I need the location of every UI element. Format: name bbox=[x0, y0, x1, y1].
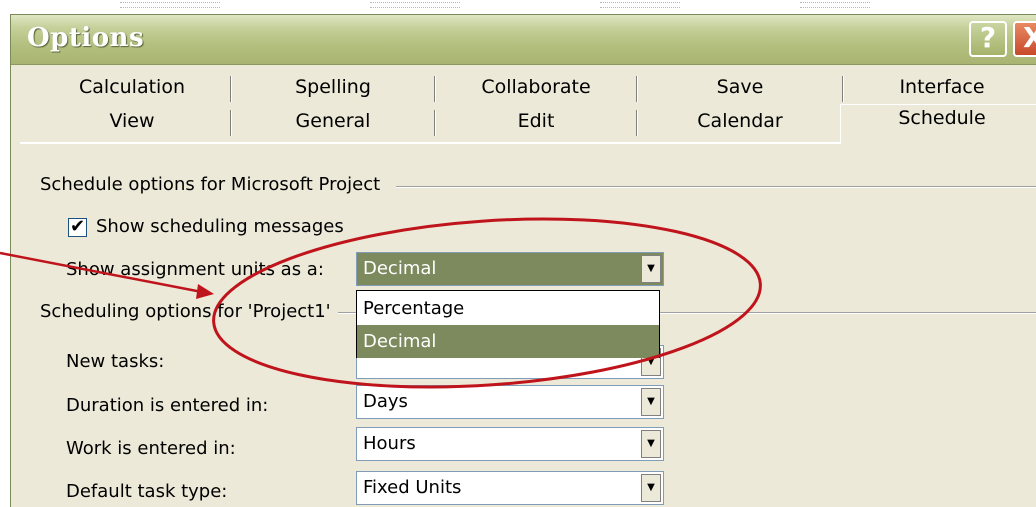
title-bar[interactable]: Options ? X bbox=[11, 15, 1036, 65]
group-title-scheduling-options: Scheduling options for 'Project1' bbox=[40, 301, 335, 322]
tab-row-top: Calculation Spelling Collaborate Save In… bbox=[34, 72, 1036, 106]
tab-view[interactable]: View bbox=[34, 106, 230, 140]
help-button[interactable]: ? bbox=[969, 21, 1007, 57]
close-button[interactable]: X bbox=[1013, 21, 1036, 57]
assignment-units-label: Show assignment units as a: bbox=[66, 259, 324, 280]
task-type-value: Fixed Units bbox=[363, 477, 462, 498]
tab-interface[interactable]: Interface bbox=[844, 72, 1036, 106]
option-percentage[interactable]: Percentage bbox=[357, 292, 659, 325]
background-strip bbox=[0, 0, 1036, 14]
chevron-down-icon[interactable]: ▼ bbox=[641, 388, 661, 416]
duration-label: Duration is entered in: bbox=[66, 395, 269, 416]
tab-spelling[interactable]: Spelling bbox=[232, 72, 434, 106]
tab-row-bottom: View General Edit Calendar Schedule bbox=[34, 106, 1036, 140]
dotted-mark bbox=[600, 2, 680, 8]
new-tasks-label: New tasks: bbox=[66, 351, 165, 372]
duration-value: Days bbox=[363, 391, 408, 412]
duration-select[interactable]: Days ▼ bbox=[356, 385, 664, 419]
tab-collaborate[interactable]: Collaborate bbox=[436, 72, 636, 106]
task-type-select[interactable]: Fixed Units ▼ bbox=[356, 471, 664, 505]
dotted-mark bbox=[120, 2, 220, 8]
chevron-down-icon[interactable]: ▼ bbox=[641, 474, 661, 502]
show-messages-label: Show scheduling messages bbox=[96, 216, 344, 237]
assignment-units-value: Decimal bbox=[363, 258, 437, 279]
tab-divider bbox=[20, 142, 840, 144]
work-select[interactable]: Hours ▼ bbox=[356, 427, 664, 461]
chevron-down-icon[interactable]: ▼ bbox=[641, 255, 661, 283]
tab-edit[interactable]: Edit bbox=[436, 106, 636, 140]
assignment-units-dropdown: Percentage Decimal bbox=[356, 290, 660, 358]
tab-calculation[interactable]: Calculation bbox=[34, 72, 230, 106]
dotted-mark bbox=[370, 2, 460, 8]
tab-schedule[interactable]: Schedule bbox=[844, 103, 1036, 137]
dotted-mark bbox=[800, 2, 870, 8]
tab-general[interactable]: General bbox=[232, 106, 434, 140]
tab-save[interactable]: Save bbox=[638, 72, 842, 106]
option-decimal[interactable]: Decimal bbox=[357, 325, 659, 358]
task-type-label: Default task type: bbox=[66, 481, 228, 502]
work-value: Hours bbox=[363, 433, 416, 454]
assignment-units-select[interactable]: Decimal ▼ bbox=[356, 252, 664, 286]
chevron-down-icon[interactable]: ▼ bbox=[641, 430, 661, 458]
dialog-title: Options bbox=[27, 23, 145, 53]
show-messages-checkbox[interactable]: ✔ bbox=[68, 218, 87, 237]
work-label: Work is entered in: bbox=[66, 438, 236, 459]
group-divider bbox=[396, 186, 1036, 188]
group-title-schedule-options: Schedule options for Microsoft Project bbox=[40, 174, 385, 195]
tab-calendar[interactable]: Calendar bbox=[638, 106, 842, 140]
